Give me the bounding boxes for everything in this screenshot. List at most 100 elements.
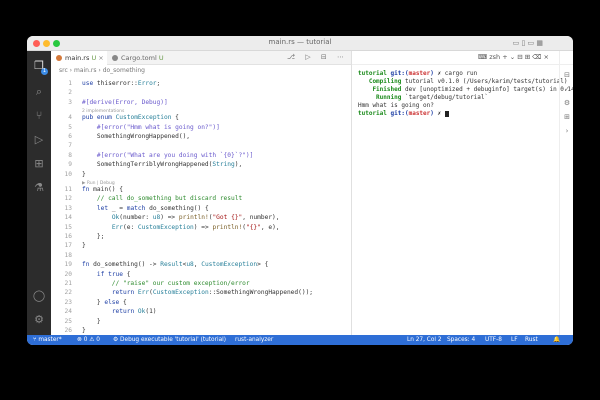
code-text: } bbox=[82, 317, 101, 325]
layout-icons[interactable]: ▭ ▯ ▭ ▦ bbox=[513, 39, 543, 47]
gear-icon[interactable]: ⚙ bbox=[32, 313, 46, 327]
tab-cargo-toml[interactable]: Cargo.toml U bbox=[107, 51, 169, 65]
gear-small-icon[interactable]: ⚙ bbox=[563, 99, 571, 107]
tab-main-rs[interactable]: main.rs U × bbox=[51, 51, 107, 65]
terminal-line: tutorial git:(master) ✗ bbox=[358, 110, 573, 118]
title-bar: main.rs — tutorial ▭ ▯ ▭ ▦ bbox=[27, 36, 573, 51]
tab-status: U bbox=[158, 54, 164, 62]
testing-icon[interactable]: ⚗ bbox=[32, 181, 46, 195]
line-number: 9 bbox=[68, 161, 72, 169]
status-problems[interactable]: ⊗ 0 ⚠ 0 bbox=[77, 335, 100, 345]
chevron-icon[interactable]: › bbox=[563, 127, 571, 135]
code-text: } bbox=[82, 327, 86, 334]
breadcrumb-file[interactable]: main.rs bbox=[74, 67, 97, 74]
right-rail: ⊟ ✓ ⚙ ⊞ › bbox=[559, 51, 573, 335]
search-icon[interactable]: ⌕ bbox=[32, 85, 46, 99]
status-spaces[interactable]: Spaces: 4 bbox=[447, 335, 475, 345]
line-number: 22 bbox=[64, 289, 72, 297]
line-number: 21 bbox=[64, 280, 72, 287]
line-number: 15 bbox=[64, 223, 72, 231]
code-text: pub enum CustomException { bbox=[82, 114, 179, 122]
terminal-line: Running `target/debug/tutorial` bbox=[358, 94, 489, 101]
line-number: 2 bbox=[68, 89, 72, 97]
status-branch[interactable]: ⑂ master* bbox=[33, 335, 62, 345]
source-control-icon[interactable]: ⑂ bbox=[32, 109, 46, 123]
extensions-icon[interactable]: ⊞ bbox=[32, 157, 46, 171]
code-text: }; bbox=[82, 233, 105, 240]
breadcrumb-folder[interactable]: src bbox=[59, 67, 68, 74]
line-number: 25 bbox=[64, 317, 72, 325]
code-text: // call do_something but discard result bbox=[82, 195, 243, 203]
code-text: // "raise" our custom exception/error bbox=[82, 280, 250, 287]
terminal-shell-label: zsh bbox=[489, 53, 501, 61]
terminal-header: ⌨ zsh + ⌄ ⊟ ⊞ ⌫ × bbox=[352, 51, 573, 65]
status-language[interactable]: Rust bbox=[525, 335, 538, 345]
editor-tabs: main.rs U × Cargo.toml U ⎇ ▷ ⊟ ⋯ bbox=[51, 51, 351, 65]
line-number: 26 bbox=[64, 327, 72, 334]
terminal-cursor bbox=[444, 110, 449, 117]
line-number: 10 bbox=[64, 170, 72, 178]
breadcrumb: src › main.rs › do_something bbox=[59, 67, 145, 74]
status-analyzer[interactable]: rust-analyzer bbox=[235, 335, 273, 345]
code-text: let _ = match do_something() { bbox=[96, 204, 209, 212]
code-text: if true { bbox=[96, 270, 131, 278]
account-icon[interactable]: ◯ bbox=[32, 289, 46, 303]
status-bar: ⑂ master* ⊗ 0 ⚠ 0 ⚙ Debug executable 'tu… bbox=[27, 335, 573, 345]
terminal-line: tutorial git:(master) ✗ cargo run bbox=[358, 70, 478, 77]
tab-status: U bbox=[91, 54, 97, 62]
status-debug[interactable]: ⚙ Debug executable 'tutorial' (tutorial) bbox=[113, 335, 226, 345]
code-text: Err(e: CustomException) => println!("{}"… bbox=[111, 223, 280, 231]
window-title: main.rs — tutorial bbox=[268, 38, 332, 46]
line-number: 8 bbox=[68, 151, 72, 159]
status-position[interactable]: Ln 27, Col 2 bbox=[407, 335, 442, 345]
code-text: #[derive(Error, Debug)] bbox=[82, 98, 168, 106]
line-number: 1 bbox=[68, 80, 72, 87]
check-icon[interactable]: ✓ bbox=[563, 85, 571, 93]
line-number: 16 bbox=[64, 233, 72, 240]
terminal-panel[interactable]: ⌨ zsh + ⌄ ⊟ ⊞ ⌫ × tutorial git:(master) … bbox=[352, 51, 573, 335]
code-text: SomethingTerriblyWrongHappened(String), bbox=[82, 161, 243, 169]
code-text: Ok(number: u8) => println!("Got {}", num… bbox=[111, 214, 280, 222]
status-encoding[interactable]: UTF-8 bbox=[485, 335, 502, 345]
line-number: 18 bbox=[64, 251, 72, 259]
status-eol[interactable]: LF bbox=[511, 335, 518, 345]
tab-label: Cargo.toml bbox=[121, 54, 157, 62]
terminal-actions[interactable]: ⌨ zsh + ⌄ ⊟ ⊞ ⌫ × bbox=[478, 53, 549, 61]
terminal-line: Finished dev [unoptimized + debuginfo] t… bbox=[358, 86, 573, 93]
rust-file-icon bbox=[56, 55, 62, 61]
line-number: 5 bbox=[68, 123, 72, 131]
line-number: 13 bbox=[64, 204, 72, 212]
code-text: return Err(CustomException::SomethingWro… bbox=[111, 289, 314, 297]
code-text: fn main() { bbox=[82, 186, 123, 193]
run-debug-icon[interactable]: ▷ bbox=[32, 133, 46, 147]
editor-actions[interactable]: ⎇ ▷ ⊟ ⋯ bbox=[287, 53, 348, 61]
panel-icon[interactable]: ⊟ bbox=[563, 71, 571, 79]
code-text: fn do_something() -> Result<u8, CustomEx… bbox=[82, 261, 269, 269]
line-number: 7 bbox=[68, 142, 72, 150]
line-number: 24 bbox=[64, 308, 72, 316]
line-number: 23 bbox=[64, 298, 72, 306]
terminal-line: Compiling tutorial v0.1.0 (/Users/karim/… bbox=[358, 78, 568, 85]
line-number: 17 bbox=[64, 242, 72, 250]
files-icon[interactable]: ❐ 1 bbox=[32, 59, 48, 75]
line-number: 11 bbox=[64, 186, 72, 193]
code-text: SomethingWrongHappened(), bbox=[82, 133, 191, 140]
code-text: } bbox=[82, 242, 86, 250]
line-number: 20 bbox=[64, 270, 72, 278]
code-text: } bbox=[82, 170, 86, 178]
tab-label: main.rs bbox=[65, 54, 90, 62]
line-number: 12 bbox=[64, 195, 72, 203]
split-icon[interactable]: ⊞ bbox=[563, 113, 571, 121]
line-number: 19 bbox=[64, 261, 72, 269]
line-number: 3 bbox=[68, 98, 72, 106]
notification-icon[interactable]: 🔔 bbox=[553, 335, 560, 345]
vscode-window: main.rs — tutorial ▭ ▯ ▭ ▦ ❐ 1 ⌕ ⑂ ▷ ⊞ ⚗ … bbox=[27, 36, 573, 345]
code-text: #[error("What are you doing with `{0}`?"… bbox=[82, 151, 254, 159]
code-editor[interactable]: 1 use thiserror::Error; 2 3 #[derive(Error, … bbox=[51, 77, 351, 343]
breadcrumb-symbol[interactable]: do_something bbox=[103, 67, 145, 74]
line-number: 6 bbox=[68, 133, 72, 140]
terminal-output[interactable]: tutorial git:(master) ✗ cargo run Compil… bbox=[358, 70, 573, 118]
activity-bar: ❐ 1 ⌕ ⑂ ▷ ⊞ ⚗ ◯ ⚙ bbox=[27, 51, 51, 335]
terminal-line: Hmm what is going on? bbox=[358, 102, 434, 109]
code-text: } else { bbox=[82, 298, 127, 306]
